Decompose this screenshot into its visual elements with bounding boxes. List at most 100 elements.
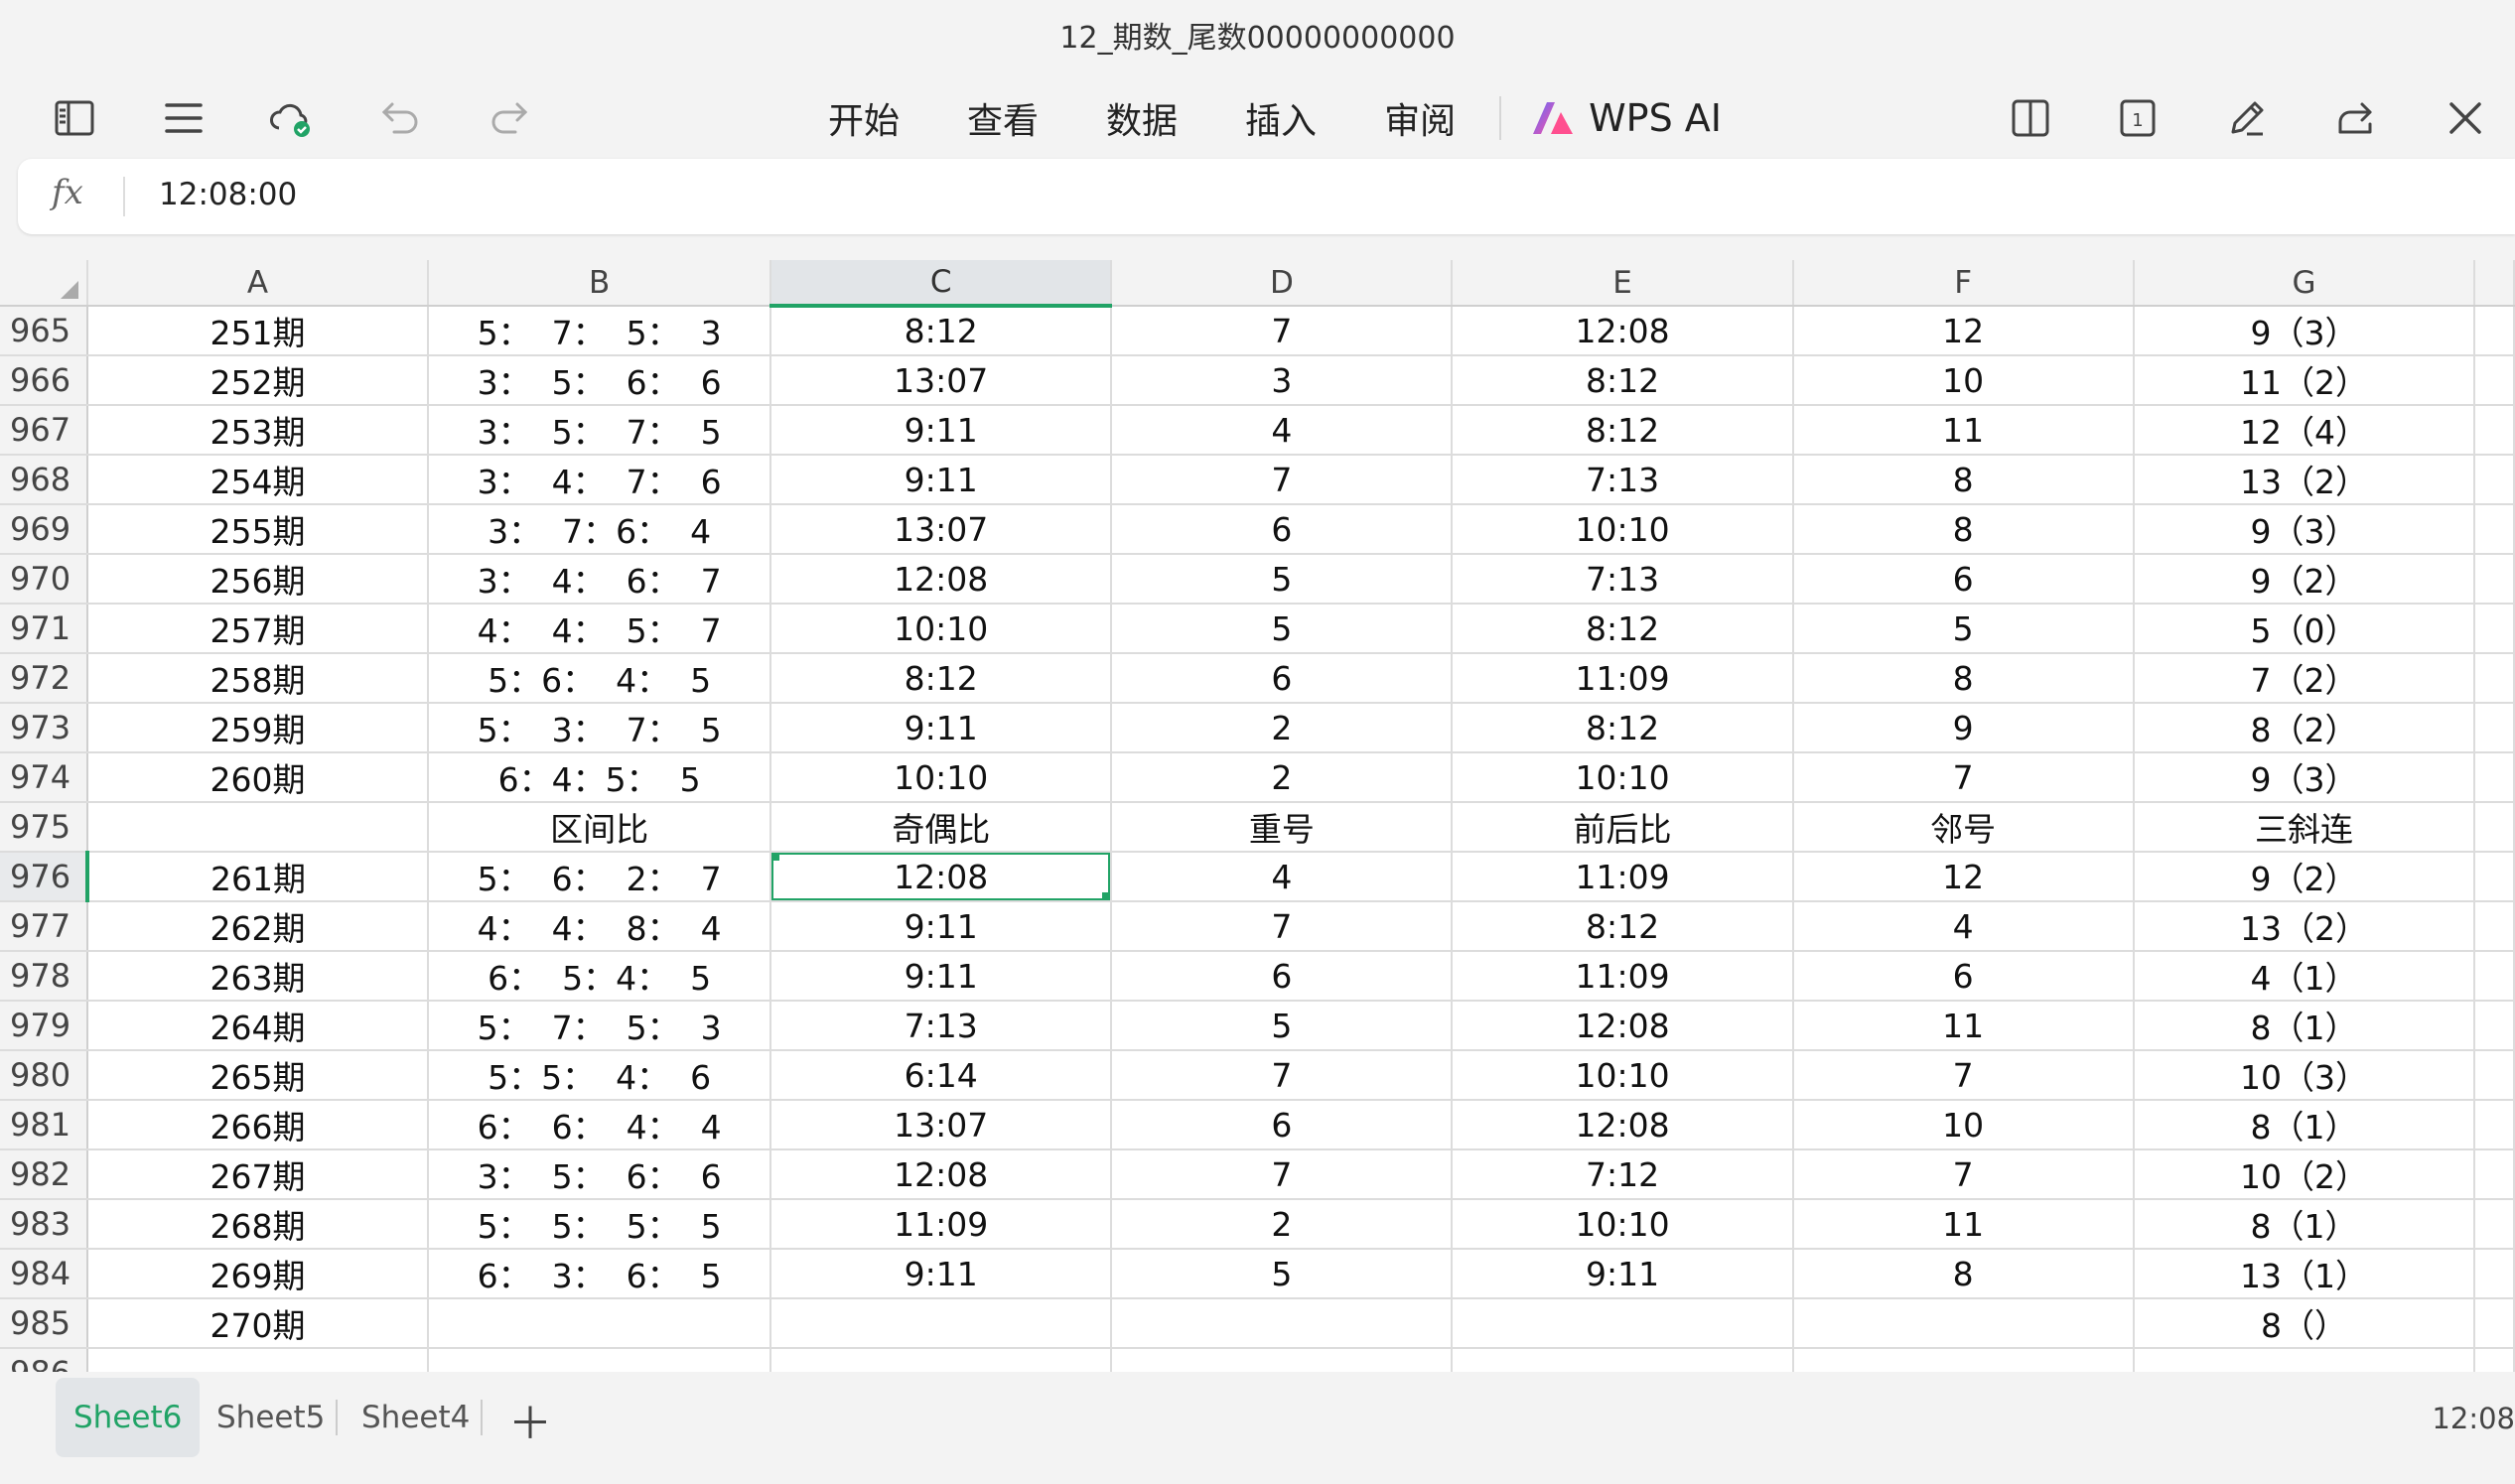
cell-g965[interactable]: 9（3） — [2133, 306, 2476, 356]
cell-overflow[interactable] — [2474, 1249, 2515, 1299]
cell-c980[interactable]: 6:14 — [770, 1050, 1113, 1101]
wps-ai-button[interactable]: WPS AI — [1511, 96, 1722, 140]
cell-b976[interactable]: 5： 6： 2： 7 — [428, 852, 772, 902]
cell-b974[interactable]: 6：4：5： 5 — [428, 752, 772, 803]
cell-overflow[interactable] — [2474, 951, 2515, 1002]
cell-overflow[interactable] — [2474, 405, 2515, 456]
cell-d965[interactable]: 7 — [1111, 306, 1454, 356]
row-header[interactable]: 977 — [0, 901, 88, 952]
cell-e982[interactable]: 7:12 — [1452, 1149, 1794, 1200]
cell-a965[interactable]: 251期 — [86, 306, 430, 356]
cell-d971[interactable]: 5 — [1111, 604, 1454, 654]
cell-b966[interactable]: 3： 5： 6： 6 — [428, 355, 772, 406]
cell-a967[interactable]: 253期 — [86, 405, 430, 456]
cell-e984[interactable]: 9:11 — [1452, 1249, 1794, 1299]
column-header-e[interactable]: E — [1452, 260, 1794, 307]
spreadsheet-grid[interactable]: ABCDEFG 965 251期 5： 7： 5： 3 8:12 7 12:08 12 9（3… — [0, 260, 2515, 1372]
cell-d967[interactable]: 4 — [1111, 405, 1454, 456]
row-header[interactable]: 980 — [0, 1050, 88, 1101]
row-header[interactable]: 965 — [0, 306, 88, 356]
cell-e969[interactable]: 10:10 — [1452, 504, 1794, 555]
row-header[interactable]: 976 — [0, 852, 89, 902]
cell-c978[interactable]: 9:11 — [770, 951, 1113, 1002]
cloud-sync-icon[interactable] — [266, 93, 316, 143]
cell-c969[interactable]: 13:07 — [770, 504, 1113, 555]
cell-c982[interactable]: 12:08 — [770, 1149, 1113, 1200]
menu-data[interactable]: 数据 — [1072, 92, 1211, 144]
cell-b984[interactable]: 6： 3： 6： 5 — [428, 1249, 772, 1299]
cell-c974[interactable]: 10:10 — [770, 752, 1113, 803]
row-header[interactable]: 978 — [0, 951, 88, 1002]
cell-a984[interactable]: 269期 — [86, 1249, 430, 1299]
cell-g980[interactable]: 10（3） — [2133, 1050, 2476, 1101]
cell-d969[interactable]: 6 — [1111, 504, 1454, 555]
cell-g984[interactable]: 13（1） — [2133, 1249, 2476, 1299]
column-header-g[interactable]: G — [2133, 260, 2476, 307]
pen-icon[interactable] — [2222, 93, 2272, 143]
cell-overflow[interactable] — [2474, 1348, 2515, 1372]
cell-overflow[interactable] — [2474, 554, 2515, 605]
cell-overflow[interactable] — [2474, 752, 2515, 803]
undo-icon[interactable] — [375, 93, 425, 143]
cell-overflow[interactable] — [2474, 802, 2515, 853]
cell-a985[interactable]: 270期 — [86, 1298, 430, 1349]
menu-insert[interactable]: 插入 — [1211, 92, 1350, 144]
cell-overflow[interactable] — [2474, 455, 2515, 505]
cell-e980[interactable]: 10:10 — [1452, 1050, 1794, 1101]
cell-f973[interactable]: 9 — [1792, 703, 2135, 753]
cell-b979[interactable]: 5： 7： 5： 3 — [428, 1001, 772, 1051]
row-header[interactable]: 966 — [0, 355, 88, 406]
column-header-b[interactable]: B — [428, 260, 772, 307]
cell-c972[interactable]: 8:12 — [770, 653, 1113, 704]
column-header-d[interactable]: D — [1111, 260, 1454, 307]
row-header[interactable]: 967 — [0, 405, 88, 456]
row-header[interactable]: 984 — [0, 1249, 88, 1299]
cell-f972[interactable]: 8 — [1792, 653, 2135, 704]
cell-d976[interactable]: 4 — [1111, 852, 1454, 902]
cell-g982[interactable]: 10（2） — [2133, 1149, 2476, 1200]
cell-overflow[interactable] — [2474, 1001, 2515, 1051]
cell-f977[interactable]: 4 — [1792, 901, 2135, 952]
cell-g971[interactable]: 5（0） — [2133, 604, 2476, 654]
cell-overflow[interactable] — [2474, 604, 2515, 654]
cell-e975[interactable]: 前后比 — [1452, 802, 1794, 853]
cell-b986[interactable] — [428, 1348, 772, 1372]
row-header[interactable]: 983 — [0, 1199, 88, 1250]
cell-f978[interactable]: 6 — [1792, 951, 2135, 1002]
cell-f967[interactable]: 11 — [1792, 405, 2135, 456]
cell-c976[interactable]: 12:08 — [770, 852, 1113, 902]
cell-e970[interactable]: 7:13 — [1452, 554, 1794, 605]
cell-b967[interactable]: 3： 5： 7： 5 — [428, 405, 772, 456]
menu-start[interactable]: 开始 — [794, 92, 933, 144]
cell-b968[interactable]: 3： 4： 7： 6 — [428, 455, 772, 505]
cell-g974[interactable]: 9（3） — [2133, 752, 2476, 803]
cell-g986[interactable] — [2133, 1348, 2476, 1372]
menu-icon[interactable] — [159, 93, 209, 143]
cell-d966[interactable]: 3 — [1111, 355, 1454, 406]
cell-g972[interactable]: 7（2） — [2133, 653, 2476, 704]
cell-f980[interactable]: 7 — [1792, 1050, 2135, 1101]
row-header[interactable]: 979 — [0, 1001, 88, 1051]
column-header-f[interactable]: F — [1792, 260, 2135, 307]
cell-e986[interactable] — [1452, 1348, 1794, 1372]
cell-e966[interactable]: 8:12 — [1452, 355, 1794, 406]
cell-e985[interactable] — [1452, 1298, 1794, 1349]
cell-b978[interactable]: 6： 5：4： 5 — [428, 951, 772, 1002]
cell-e968[interactable]: 7:13 — [1452, 455, 1794, 505]
cell-c983[interactable]: 11:09 — [770, 1199, 1113, 1250]
cell-c973[interactable]: 9:11 — [770, 703, 1113, 753]
sheet-tab-sheet4[interactable]: Sheet4 — [344, 1378, 488, 1457]
cell-overflow[interactable] — [2474, 1298, 2515, 1349]
cell-overflow[interactable] — [2474, 1199, 2515, 1250]
cell-f981[interactable]: 10 — [1792, 1100, 2135, 1150]
cell-c967[interactable]: 9:11 — [770, 405, 1113, 456]
cell-f979[interactable]: 11 — [1792, 1001, 2135, 1051]
cell-f971[interactable]: 5 — [1792, 604, 2135, 654]
cell-f968[interactable]: 8 — [1792, 455, 2135, 505]
cell-a986[interactable] — [86, 1348, 430, 1372]
sidebar-icon[interactable] — [50, 93, 99, 143]
cell-overflow[interactable] — [2474, 852, 2515, 902]
column-header-a[interactable]: A — [86, 260, 430, 307]
cell-overflow[interactable] — [2474, 1100, 2515, 1150]
cell-b975[interactable]: 区间比 — [428, 802, 772, 853]
